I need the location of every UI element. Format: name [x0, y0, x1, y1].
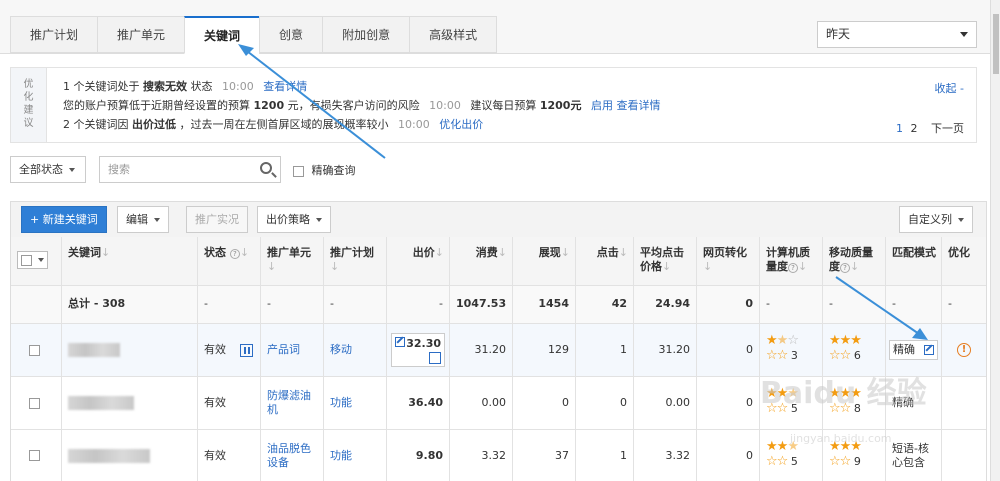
arrow-line: [835, 276, 923, 337]
scrollbar[interactable]: [990, 0, 1000, 481]
arrow-line: [242, 47, 386, 159]
watermark-logo: Baidu 经验: [760, 376, 927, 411]
scrollbar-thumb[interactable]: [993, 14, 999, 74]
watermark-url: jingyan.baidu.com: [790, 432, 892, 445]
